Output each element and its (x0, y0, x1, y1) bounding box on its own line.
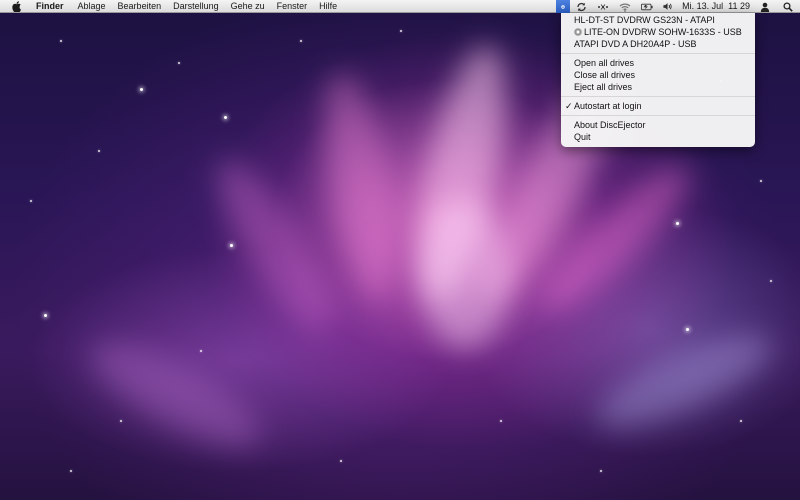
drive-label: ATAPI DVD A DH20A4P - USB (574, 39, 697, 49)
bluetooth-icon[interactable] (592, 0, 614, 13)
autostart-at-login-item[interactable]: ✓ Autostart at login (561, 100, 755, 112)
menu-item-label: Autostart at login (574, 101, 642, 111)
star (70, 470, 72, 472)
drive-label: HL-DT-ST DVDRW GS23N - ATAPI (574, 15, 715, 25)
volume-icon[interactable] (658, 0, 678, 13)
menu-bar-clock[interactable]: Mi. 13. Jul 11 29 (678, 0, 754, 13)
star (60, 40, 62, 42)
close-all-drives-item[interactable]: Close all drives (561, 69, 755, 81)
drive-item-atapi[interactable]: ATAPI DVD A DH20A4P - USB (561, 38, 755, 50)
menu-separator (561, 96, 755, 97)
star (760, 180, 762, 182)
menu-ablage[interactable]: Ablage (72, 0, 112, 13)
wallpaper-ray (78, 324, 275, 467)
drive-item-hl-dt-st[interactable]: HL-DT-ST DVDRW GS23N - ATAPI (561, 14, 755, 26)
star (44, 314, 47, 317)
disc-ejector-menu: HL-DT-ST DVDRW GS23N - ATAPI LITE-ON DVD… (561, 13, 755, 147)
wallpaper-ray (420, 200, 510, 350)
menu-item-label: About DiscEjector (574, 120, 646, 130)
wifi-icon[interactable] (614, 0, 636, 13)
star (686, 328, 689, 331)
drive-label: LITE-ON DVDRW SOHW-1633S - USB (584, 27, 742, 37)
menu-bar-status-area: Mi. 13. Jul 11 29 (556, 0, 800, 13)
star (400, 30, 402, 32)
drive-item-lite-on[interactable]: LITE-ON DVDRW SOHW-1633S - USB (561, 26, 755, 38)
menu-bar-left: Finder Ablage Bearbeiten Darstellung Geh… (0, 0, 343, 13)
menu-item-label: Quit (574, 132, 591, 142)
star (178, 62, 180, 64)
about-disc-ejector-item[interactable]: About DiscEjector (561, 119, 755, 131)
star (770, 280, 772, 282)
checkmark-icon: ✓ (565, 101, 573, 111)
apple-icon[interactable] (12, 0, 22, 12)
star (300, 40, 302, 42)
star (500, 420, 502, 422)
open-all-drives-item[interactable]: Open all drives (561, 57, 755, 69)
menu-finder[interactable]: Finder (36, 0, 70, 13)
star (120, 420, 122, 422)
disc-ejector-icon[interactable] (556, 0, 571, 13)
star (98, 150, 100, 152)
menu-separator (561, 115, 755, 116)
menu-item-label: Open all drives (574, 58, 635, 68)
eject-all-drives-item[interactable]: Eject all drives (561, 81, 755, 93)
quit-item[interactable]: Quit (561, 131, 755, 143)
battery-icon[interactable] (636, 0, 658, 13)
wallpaper-ray (586, 317, 783, 446)
user-icon[interactable] (754, 0, 776, 13)
sync-icon[interactable] (570, 0, 592, 13)
disc-inserted-icon (574, 28, 582, 36)
menu-fenster[interactable]: Fenster (271, 0, 314, 13)
menu-item-label: Close all drives (574, 70, 636, 80)
menu-darstellung[interactable]: Darstellung (167, 0, 225, 13)
menu-gehe-zu[interactable]: Gehe zu (225, 0, 271, 13)
menu-item-label: Eject all drives (574, 82, 633, 92)
star (340, 460, 342, 462)
star (30, 200, 32, 202)
star (200, 350, 202, 352)
star (224, 116, 227, 119)
menu-separator (561, 53, 755, 54)
star (600, 470, 602, 472)
wallpaper-ray (310, 68, 410, 306)
star (230, 244, 233, 247)
spotlight-icon[interactable] (776, 0, 800, 13)
menu-bar: Finder Ablage Bearbeiten Darstellung Geh… (0, 0, 800, 13)
menu-bearbeiten[interactable]: Bearbeiten (112, 0, 168, 13)
star (676, 222, 679, 225)
menu-hilfe[interactable]: Hilfe (313, 0, 343, 13)
star (140, 88, 143, 91)
star (740, 420, 742, 422)
